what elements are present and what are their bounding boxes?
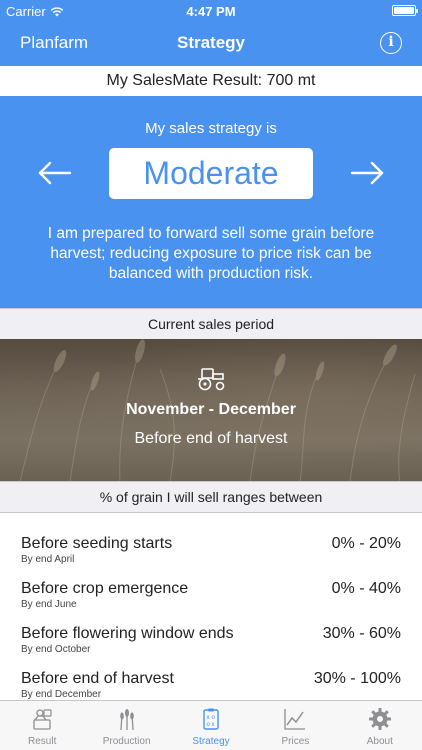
range-value: 0% - 40% [331, 580, 401, 597]
range-label: Before flowering window ends [21, 625, 234, 642]
chart-icon [284, 709, 306, 730]
svg-text:o: o [207, 722, 211, 728]
tab-prices[interactable]: Prices [253, 701, 337, 750]
tab-result[interactable]: Result [0, 701, 84, 750]
current-period-stage: Before end of harvest [134, 430, 288, 447]
status-bar: Carrier 4:47 PM [0, 0, 422, 22]
tab-bar: Result Production x o o x Strategy Price… [0, 700, 422, 750]
range-row: Before flowering window ends By end Octo… [0, 612, 422, 657]
battery-icon [392, 5, 418, 16]
svg-text:x: x [207, 715, 210, 721]
strategy-heading: My sales strategy is [145, 120, 277, 137]
range-deadline: By end October [21, 644, 91, 655]
ranges-header: % of grain I will sell ranges between [0, 481, 422, 513]
tractor-icon [198, 368, 225, 391]
page-title: Strategy [176, 33, 246, 52]
tab-strategy-label: Strategy [192, 736, 230, 747]
tab-prices-label: Prices [281, 736, 310, 747]
range-row: Before end of harvest By end December 30… [0, 657, 422, 702]
gear-icon [368, 708, 391, 730]
range-deadline: By end June [21, 599, 77, 610]
svg-text:o: o [212, 715, 216, 721]
strategy-description: I am prepared to forward sell some grain… [47, 225, 375, 282]
strategy-level: Moderate [109, 148, 313, 199]
result-icon [33, 709, 52, 730]
salesmate-result: My SalesMate Result: 700 mt [0, 66, 422, 96]
previous-strategy-arrow-icon[interactable] [37, 158, 73, 188]
nav-bar: Planfarm Strategy i [0, 22, 422, 66]
battery-level [394, 7, 414, 14]
range-deadline: By end December [21, 689, 102, 700]
strategy-icon: x o o x [203, 708, 219, 730]
tab-production[interactable]: Production [84, 701, 168, 750]
range-value: 30% - 60% [322, 625, 401, 642]
svg-text:x: x [212, 722, 215, 728]
range-row: Before crop emergence By end June 0% - 4… [0, 567, 422, 612]
current-period-banner: November - December Before end of harves… [0, 339, 422, 482]
range-label: Before seeding starts [21, 535, 173, 552]
status-time: 4:47 PM [186, 4, 236, 19]
tab-production-label: Production [102, 736, 151, 747]
range-value: 0% - 20% [331, 535, 401, 552]
current-period-months: November - December [126, 401, 296, 418]
next-strategy-arrow-icon[interactable] [349, 158, 385, 188]
tab-strategy[interactable]: x o o x Strategy [169, 701, 253, 750]
wheat-icon [119, 709, 134, 731]
tab-about-label: About [366, 736, 393, 747]
range-deadline: By end April [21, 554, 75, 565]
info-icon[interactable]: i [380, 32, 402, 54]
strategy-panel: My sales strategy is Moderate I am prepa… [0, 96, 422, 308]
tab-result-label: Result [28, 736, 57, 747]
current-period-header: Current sales period [0, 308, 422, 340]
range-label: Before end of harvest [21, 670, 174, 687]
range-value: 30% - 100% [313, 670, 401, 687]
range-row: Before seeding starts By end April 0% - … [0, 522, 422, 567]
range-label: Before crop emergence [21, 580, 189, 597]
tab-about[interactable]: About [338, 701, 422, 750]
